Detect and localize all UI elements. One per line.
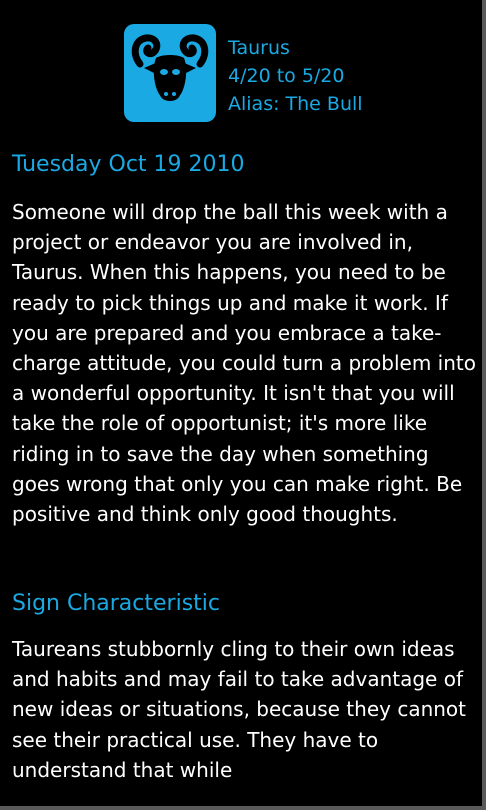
app-frame: Taurus 4/20 to 5/20 Alias: The Bull Tues… (0, 0, 486, 810)
sign-dates: 4/20 to 5/20 (228, 65, 345, 87)
sign-alias: Alias: The Bull (228, 93, 363, 115)
sign-header: Taurus 4/20 to 5/20 Alias: The Bull (124, 24, 363, 122)
horoscope-text: Someone will drop the ball this week wit… (12, 200, 476, 527)
characteristic-title: Sign Characteristic (12, 591, 221, 616)
sign-info: Taurus 4/20 to 5/20 Alias: The Bull (228, 34, 363, 118)
characteristic-text: Taureans stubbornly cling to their own i… (12, 637, 467, 782)
sign-name: Taurus (228, 37, 290, 59)
horoscope-date: Tuesday Oct 19 2010 (12, 152, 245, 177)
bull-icon (124, 24, 216, 122)
